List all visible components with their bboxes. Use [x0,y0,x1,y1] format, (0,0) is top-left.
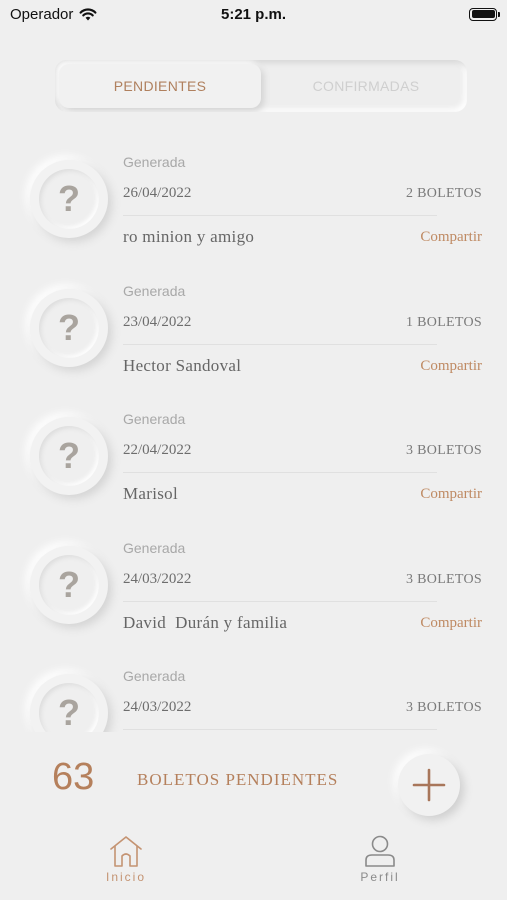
ticket-status: Generada [123,539,186,556]
tab-perfil-label: Perfil [360,870,400,884]
ticket-count: 3 BOLETOS [406,443,482,458]
avatar: ? [30,674,108,732]
tab-inicio[interactable]: Inicio [86,834,166,884]
ticket-item[interactable]: ? Generada 24/03/2022 3 BOLETOS David Du… [0,526,507,655]
ticket-date: 23/04/2022 [123,313,192,330]
ticket-item[interactable]: ? Generada 24/03/2022 3 BOLETOS [0,654,507,732]
ticket-date: 24/03/2022 [123,570,192,587]
ticket-name: Marisol [123,484,178,503]
segmented-control: PENDIENTES CONFIRMADAS [55,60,467,112]
person-icon [365,835,395,867]
carrier-label: Operador [10,5,74,23]
avatar: ? [30,417,108,495]
share-button[interactable]: Compartir [420,486,482,503]
ticket-list: ? Generada 26/04/2022 2 BOLETOS ro minio… [0,140,507,732]
tab-inicio-label: Inicio [105,870,146,884]
divider [123,729,437,730]
tab-perfil[interactable]: Perfil [340,834,420,884]
ticket-date: 24/03/2022 [123,699,192,715]
tab-pendientes[interactable]: PENDIENTES [59,64,261,108]
ticket-count: 1 BOLETOS [406,314,482,330]
home-icon [110,836,142,867]
ticket-date: 26/04/2022 [123,185,192,201]
ticket-status: Generada [123,411,186,427]
battery-icon [469,7,500,21]
avatar: ? [30,545,108,624]
avatar: ? [30,160,108,238]
ticket-item[interactable]: ? Generada 26/04/2022 2 BOLETOS ro minio… [0,140,507,269]
ticket-count: 3 BOLETOS [406,700,482,715]
ticket-status: Generada [123,668,186,684]
ticket-status: Generada [123,282,186,299]
add-ticket-button[interactable] [398,754,460,816]
ticket-item[interactable]: ? Generada 23/04/2022 1 BOLETOS Hector S… [0,269,507,398]
ticket-item[interactable]: ? Generada 22/04/2022 3 BOLETOS Marisol … [0,397,507,526]
tab-confirmadas[interactable]: CONFIRMADAS [265,60,467,112]
ticket-status: Generada [123,154,186,170]
divider [123,600,437,602]
question-mark-icon: ? [39,169,99,229]
ticket-count: 3 BOLETOS [406,571,482,587]
ticket-date: 22/04/2022 [123,442,192,458]
divider [123,343,437,345]
question-mark-icon: ? [39,297,99,358]
plus-icon [412,768,446,802]
question-mark-icon: ? [39,683,99,732]
avatar: ? [30,288,108,367]
share-button[interactable]: Compartir [420,229,482,246]
question-mark-icon: ? [39,426,99,486]
divider [123,215,437,216]
share-button[interactable]: Compartir [420,358,482,375]
ticket-name: ro minion y amigo [123,227,255,246]
status-left: Operador [10,6,97,23]
ticket-count: 2 BOLETOS [406,186,482,201]
wifi-icon [79,7,97,20]
status-bar: Operador 5:21 p.m. [0,0,507,28]
question-mark-icon: ? [39,554,99,615]
pending-summary: 63 BOLETOS PENDIENTES [0,732,507,832]
pending-label: BOLETOS PENDIENTES [137,770,339,789]
share-button[interactable]: Compartir [420,615,482,632]
tab-bar: Inicio Perfil [0,832,507,900]
pending-count: 63 [52,756,95,798]
ticket-name: David Durán y familia [123,612,288,632]
divider [123,472,437,473]
ticket-name: Hector Sandoval [123,355,242,375]
